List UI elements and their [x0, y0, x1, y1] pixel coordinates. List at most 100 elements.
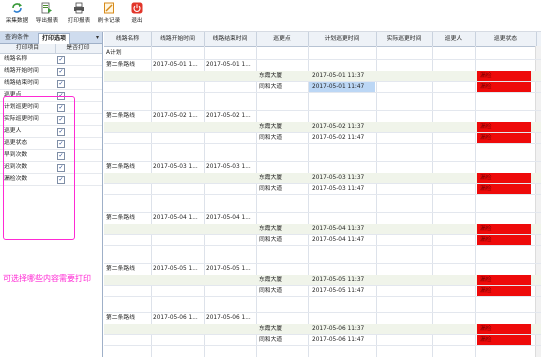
patrol-point-cell[interactable]: 东霞大厦: [259, 173, 307, 183]
plan-label: A计划: [106, 50, 122, 56]
export-report-label: 导出报表: [35, 18, 59, 24]
route-name-cell[interactable]: 第二条路线: [106, 264, 150, 274]
planned-time-cell[interactable]: 2017-05-01 11:47: [309, 82, 375, 92]
collect-data-button[interactable]: 采集数据: [4, 2, 30, 30]
route-end-cell[interactable]: 2017-05-05 1...: [206, 264, 255, 274]
route-start-cell[interactable]: 2017-05-03 1...: [153, 162, 203, 172]
patrol-status-cell[interactable]: 漏检: [477, 335, 531, 345]
route-end-cell[interactable]: 2017-05-01 1...: [206, 60, 255, 70]
patrol-status-cell[interactable]: 漏检: [477, 286, 531, 296]
planned-time-cell[interactable]: 2017-05-03 11:37: [309, 173, 375, 183]
planned-time-cell[interactable]: 2017-05-06 11:37: [309, 324, 375, 334]
print-options-header: 打印项目 是否打印: [0, 44, 102, 54]
patrol-status-cell[interactable]: 漏检: [477, 82, 531, 92]
patrol-point-cell[interactable]: 同和大道: [259, 286, 307, 296]
column-header[interactable]: 计划巡更时间: [308, 32, 377, 46]
route-end-cell[interactable]: 2017-05-06 1...: [206, 313, 255, 323]
print-report-button[interactable]: 打印报表: [66, 2, 92, 30]
refresh-icon: [12, 3, 22, 13]
planned-time-cell[interactable]: 2017-05-02 11:37: [309, 122, 375, 132]
planned-time-cell[interactable]: 2017-05-03 11:47: [309, 184, 375, 194]
route-start-cell[interactable]: 2017-05-01 1...: [153, 60, 203, 70]
patrol-point-cell[interactable]: 东霞大厦: [259, 324, 307, 334]
planned-time-cell[interactable]: 2017-05-04 11:37: [309, 224, 375, 234]
route-name-cell[interactable]: 第二条路线: [106, 213, 150, 223]
route-end-cell[interactable]: 2017-05-02 1...: [206, 111, 255, 121]
patrol-point-cell[interactable]: 同和大道: [259, 184, 307, 194]
patrol-point-cell[interactable]: 东霞大厦: [259, 224, 307, 234]
exit-label: 退出: [131, 18, 143, 24]
annotation-text: 可选择哪些内容需要打印: [3, 274, 91, 283]
column-header[interactable]: 线路结束时间: [204, 32, 257, 46]
patrol-status-cell[interactable]: 漏检: [477, 235, 531, 245]
tab-print-options[interactable]: 打印选项: [38, 33, 71, 44]
patrol-status-cell[interactable]: 漏检: [477, 224, 531, 234]
patrol-status-cell[interactable]: 漏检: [477, 324, 531, 334]
row-divider: [104, 92, 541, 93]
exit-button[interactable]: 退出: [124, 2, 150, 30]
route-name-cell[interactable]: 第二条路线: [106, 313, 150, 323]
column-header[interactable]: 巡更状态: [475, 32, 537, 46]
column-header[interactable]: 线路名称: [104, 32, 152, 46]
patrol-status-cell[interactable]: 漏检: [477, 275, 531, 285]
patrol-point-cell[interactable]: 同和大道: [259, 335, 307, 345]
route-name-cell[interactable]: 第二条路线: [106, 162, 150, 172]
grid-header: 线路名称 线路开始时间 线路结束时间 巡更点 计划巡更时间 实际巡更时间 巡更人 巡更状态: [104, 32, 541, 47]
print-option-row: 线路名称 ✓: [0, 54, 102, 66]
print-option-checkbox[interactable]: ✓: [57, 56, 65, 64]
tab-query-conditions[interactable]: 查询条件: [2, 33, 32, 43]
planned-time-cell[interactable]: 2017-05-02 11:47: [309, 133, 375, 143]
patrol-point-cell[interactable]: 同和大道: [259, 133, 307, 143]
print-option-label: 线路开始时间: [4, 68, 39, 74]
patrol-point-cell[interactable]: 东霞大厦: [259, 275, 307, 285]
column-header[interactable]: 巡更点: [256, 32, 309, 46]
column-header[interactable]: 线路开始时间: [151, 32, 205, 46]
planned-time-cell[interactable]: 2017-05-06 11:47: [309, 335, 375, 345]
column-print-flag: 是否打印: [66, 45, 90, 51]
row-divider: [104, 245, 541, 246]
patrol-status-cell[interactable]: 漏检: [477, 133, 531, 143]
column-header[interactable]: 实际巡更时间: [376, 32, 433, 46]
planned-time-cell[interactable]: 2017-05-01 11:37: [309, 71, 375, 81]
route-name-cell[interactable]: 第二条路线: [106, 111, 150, 121]
card-record-label: 刷卡记录: [97, 18, 121, 24]
route-end-cell[interactable]: 2017-05-03 1...: [206, 162, 255, 172]
patrol-status-cell[interactable]: 漏检: [477, 122, 531, 132]
planned-time-cell[interactable]: 2017-05-05 11:37: [309, 275, 375, 285]
print-option-checkbox[interactable]: ✓: [57, 68, 65, 76]
route-start-cell[interactable]: 2017-05-06 1...: [153, 313, 203, 323]
print-option-row: 线路开始时间 ✓: [0, 66, 102, 78]
row-divider: [104, 345, 541, 346]
route-start-cell[interactable]: 2017-05-02 1...: [153, 111, 203, 121]
panel-menu-icon[interactable]: ▾: [96, 34, 99, 41]
highlight-box: [3, 96, 75, 240]
planned-time-cell[interactable]: 2017-05-05 11:47: [309, 286, 375, 296]
printer-icon: [74, 2, 84, 14]
print-option-checkbox[interactable]: ✓: [57, 80, 65, 88]
export-icon: [41, 2, 52, 14]
print-option-label: 线路名称: [4, 56, 28, 62]
row-divider: [104, 296, 541, 297]
patrol-point-cell[interactable]: 东霞大厦: [259, 122, 307, 132]
collect-data-label: 采集数据: [5, 18, 29, 24]
route-start-cell[interactable]: 2017-05-05 1...: [153, 264, 203, 274]
toolbar: 采集数据 导出报表 打印报表 刷卡记录 退出: [0, 0, 541, 32]
print-option-label: 线路结束时间: [4, 80, 39, 86]
export-report-button[interactable]: 导出报表: [34, 2, 60, 30]
print-options-panel: 查询条件 打印选项 ▾ 打印项目 是否打印 线路名称 ✓ 线路开始时间 ✓ 线路结束时间…: [0, 32, 103, 357]
planned-time-cell[interactable]: 2017-05-04 11:47: [309, 235, 375, 245]
patrol-point-cell[interactable]: 东霞大厦: [259, 71, 307, 81]
row-divider: [104, 143, 541, 144]
patrol-status-cell[interactable]: 漏检: [477, 173, 531, 183]
route-name-cell[interactable]: 第二条路线: [106, 60, 150, 70]
card-record-button[interactable]: 刷卡记录: [96, 2, 122, 30]
patrol-point-cell[interactable]: 同和大道: [259, 82, 307, 92]
patrol-status-cell[interactable]: 漏检: [477, 184, 531, 194]
column-header[interactable]: 巡更人: [432, 32, 476, 46]
route-end-cell[interactable]: 2017-05-04 1...: [206, 213, 255, 223]
route-start-cell[interactable]: 2017-05-04 1...: [153, 213, 203, 223]
power-icon: [131, 2, 143, 14]
panel-tabs: 查询条件 打印选项 ▾: [0, 32, 102, 44]
patrol-status-cell[interactable]: 漏检: [477, 71, 531, 81]
patrol-point-cell[interactable]: 同和大道: [259, 235, 307, 245]
